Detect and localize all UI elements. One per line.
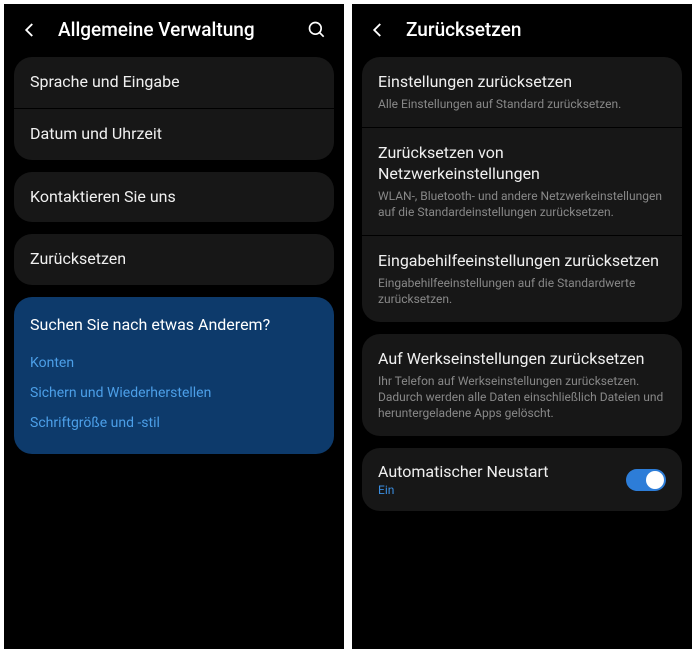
page-title: Allgemeine Verwaltung	[58, 18, 288, 41]
back-icon[interactable]	[368, 20, 388, 40]
phone-left: Allgemeine Verwaltung Sprache und Eingab…	[4, 4, 344, 649]
suggestions-heading: Suchen Sie nach etwas Anderem?	[30, 315, 318, 334]
phone-right: Zurücksetzen Einstellungen zurücksetzen …	[352, 4, 692, 649]
settings-group-1: Sprache und Eingabe Datum und Uhrzeit	[14, 57, 334, 160]
item-reset[interactable]: Zurücksetzen	[14, 234, 334, 285]
suggest-link-font[interactable]: Schriftgröße und -stil	[30, 408, 318, 438]
item-factory-reset[interactable]: Auf Werkseinstellungen zurücksetzen Ihr …	[362, 334, 682, 436]
item-reset-network[interactable]: Zurücksetzen von Netzwerkeinstellungen W…	[362, 128, 682, 235]
content-right: Einstellungen zurücksetzen Alle Einstell…	[352, 51, 692, 649]
header-left: Allgemeine Verwaltung	[4, 4, 344, 51]
header-right: Zurücksetzen	[352, 4, 692, 51]
reset-group-1: Einstellungen zurücksetzen Alle Einstell…	[362, 57, 682, 322]
toggle-status: Ein	[378, 483, 626, 497]
item-reset-settings[interactable]: Einstellungen zurücksetzen Alle Einstell…	[362, 57, 682, 127]
suggest-link-backup[interactable]: Sichern und Wiederherstellen	[30, 378, 318, 408]
content-left: Sprache und Eingabe Datum und Uhrzeit Ko…	[4, 51, 344, 649]
settings-group-2: Kontaktieren Sie uns	[14, 172, 334, 223]
item-date-time[interactable]: Datum und Uhrzeit	[14, 109, 334, 160]
auto-restart-switch[interactable]	[626, 469, 666, 491]
settings-group-3: Zurücksetzen	[14, 234, 334, 285]
back-icon[interactable]	[20, 20, 40, 40]
page-title: Zurücksetzen	[406, 18, 676, 41]
item-auto-restart[interactable]: Automatischer Neustart Ein	[362, 448, 682, 511]
toggle-title: Automatischer Neustart	[378, 462, 626, 481]
item-language-input[interactable]: Sprache und Eingabe	[14, 57, 334, 108]
suggest-link-accounts[interactable]: Konten	[30, 348, 318, 378]
toggle-group: Automatischer Neustart Ein	[362, 448, 682, 511]
search-icon[interactable]	[306, 19, 328, 41]
item-contact-us[interactable]: Kontaktieren Sie uns	[14, 172, 334, 223]
suggestions-card: Suchen Sie nach etwas Anderem? Konten Si…	[14, 297, 334, 454]
item-reset-accessibility[interactable]: Eingabehilfeeinstellungen zurücksetzen E…	[362, 236, 682, 322]
reset-group-2: Auf Werkseinstellungen zurücksetzen Ihr …	[362, 334, 682, 436]
